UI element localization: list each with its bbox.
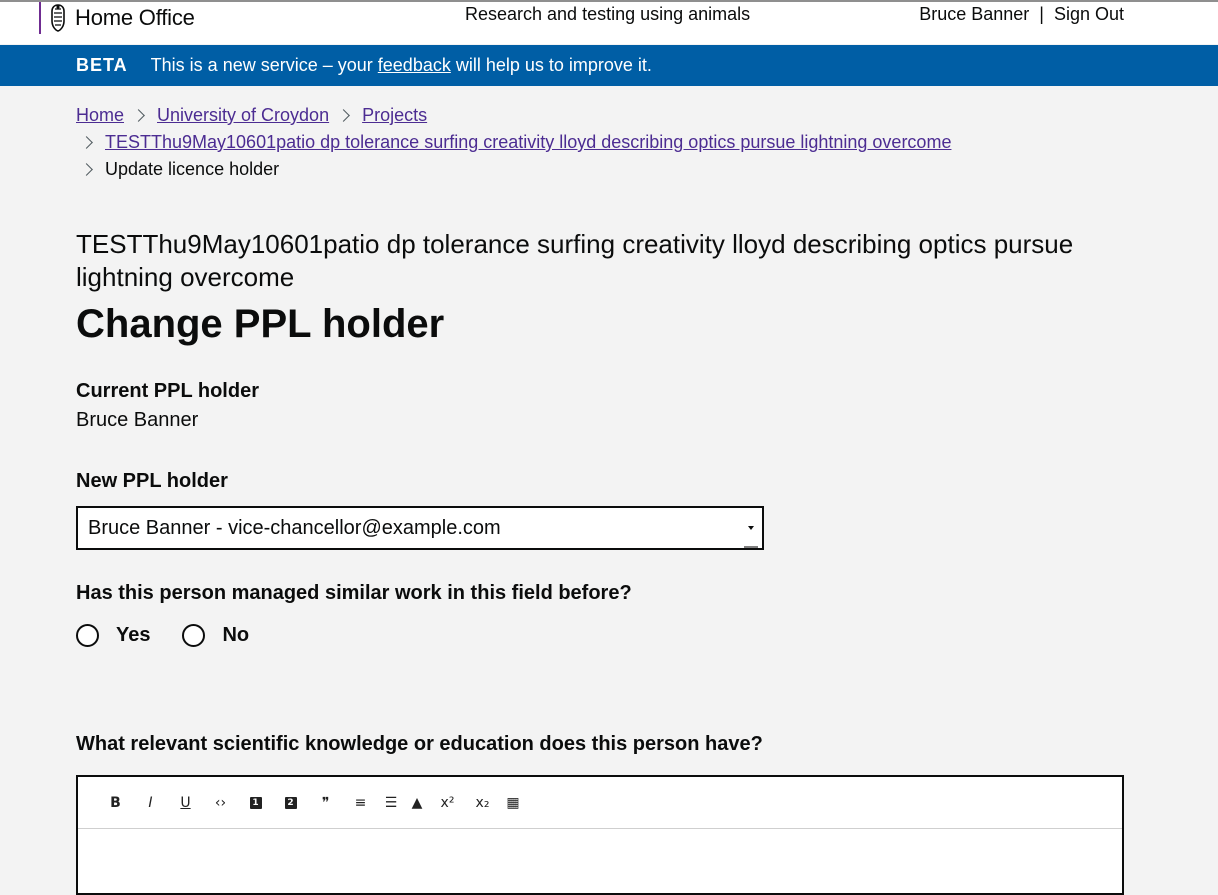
chevron-right-icon: [80, 163, 93, 176]
beta-text-before: This is a new service – your: [150, 55, 373, 75]
chevron-right-icon: [132, 109, 145, 122]
radio-yes-circle[interactable]: [76, 624, 99, 647]
radio-no-label[interactable]: No: [222, 624, 249, 647]
editor-toolbar: B I U ‹› 1 2 ❞ ≡ ☰ ▲ x² x₂ ▦: [78, 777, 1122, 829]
sign-out-link[interactable]: Sign Out: [1054, 4, 1124, 25]
code-icon[interactable]: ‹›: [203, 791, 238, 815]
heading-two-icon[interactable]: 2: [273, 791, 308, 815]
chevron-right-icon: [80, 136, 93, 149]
breadcrumb-current: Update licence holder: [105, 159, 280, 179]
nav-separator: |: [1039, 4, 1044, 24]
current-holder-value: Bruce Banner: [76, 409, 199, 431]
home-office-logo[interactable]: Home Office: [39, 2, 195, 34]
table-icon[interactable]: ▦: [500, 791, 526, 815]
superscript-icon[interactable]: x²: [430, 791, 465, 815]
project-caption: TESTThu9May10601patio dp tolerance surfi…: [76, 229, 1074, 292]
breadcrumb: Home University of Croydon Projects TEST…: [76, 102, 951, 183]
new-holder-label: New PPL holder: [76, 470, 228, 492]
crest-icon: [51, 4, 65, 32]
bulleted-list-icon[interactable]: ☰: [378, 791, 404, 815]
heading-one-icon[interactable]: 1: [238, 791, 273, 815]
breadcrumb-projects[interactable]: Projects: [362, 102, 427, 129]
ordered-list-icon[interactable]: ≡: [343, 791, 378, 815]
beta-text-after: will help us to improve it.: [455, 55, 652, 75]
radio-no[interactable]: No: [182, 624, 249, 647]
underline-icon[interactable]: U: [168, 791, 203, 815]
knowledge-question: What relevant scientific knowledge or ed…: [76, 733, 763, 755]
new-holder-select[interactable]: Bruce Banner - vice-chancellor@example.c…: [76, 506, 764, 550]
chevron-right-icon: [337, 109, 350, 122]
breadcrumb-home[interactable]: Home: [76, 102, 124, 129]
feedback-link[interactable]: feedback: [378, 55, 451, 76]
italic-icon[interactable]: I: [133, 791, 168, 815]
current-holder-label: Current PPL holder: [76, 380, 259, 402]
quote-icon[interactable]: ❞: [308, 791, 343, 815]
radio-yes[interactable]: Yes: [76, 624, 150, 647]
subscript-icon[interactable]: x₂: [465, 791, 500, 815]
image-icon[interactable]: ▲: [404, 791, 430, 815]
beta-tag: BETA: [76, 55, 128, 75]
knowledge-editor[interactable]: B I U ‹› 1 2 ❞ ≡ ☰ ▲ x² x₂ ▦: [76, 775, 1124, 895]
breadcrumb-establishment[interactable]: University of Croydon: [157, 102, 329, 129]
radio-yes-label[interactable]: Yes: [116, 624, 150, 647]
experience-question: Has this person managed similar work in …: [76, 582, 632, 604]
brand-name: Home Office: [75, 5, 195, 30]
user-nav: Bruce Banner | Sign Out: [919, 4, 1124, 25]
service-name[interactable]: Research and testing using animals: [465, 4, 750, 25]
dropdown-arrow-icon: [748, 526, 754, 530]
bold-icon[interactable]: B: [98, 791, 133, 815]
site-header: Home Office Research and testing using a…: [0, 0, 1218, 44]
experience-radio-group: Yes No: [76, 624, 249, 647]
user-name-link[interactable]: Bruce Banner: [919, 4, 1029, 25]
new-holder-selected-value: Bruce Banner - vice-chancellor@example.c…: [88, 517, 501, 539]
beta-banner: BETA This is a new service – your feedba…: [0, 45, 1218, 86]
page-title: Change PPL holder: [76, 302, 445, 346]
radio-no-circle[interactable]: [182, 624, 206, 647]
breadcrumb-project[interactable]: TESTThu9May10601patio dp tolerance surfi…: [105, 129, 951, 156]
resize-handle-icon: [744, 542, 758, 548]
